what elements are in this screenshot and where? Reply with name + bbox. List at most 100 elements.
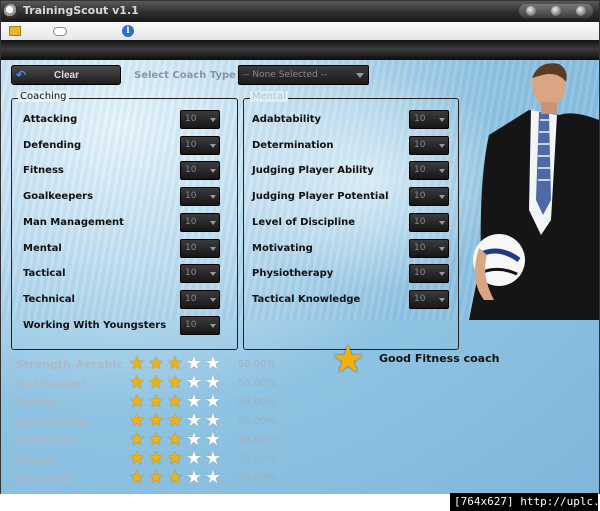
attribute-label: Fitness [23, 165, 64, 177]
star-rating: ★ ★ ★ ★ ★ [128, 431, 222, 449]
chevron-down-icon [439, 143, 445, 148]
chevron-down-icon [439, 297, 445, 302]
chevron-down-icon [210, 118, 216, 122]
attribute-value-select[interactable]: 10 [409, 187, 449, 207]
attribute-value: 10 [185, 114, 197, 124]
chevron-down-icon [210, 323, 216, 328]
attribute-value-select[interactable]: 10 [409, 161, 449, 181]
star-rating: ★ ★ ★ ★ ★ [128, 374, 222, 392]
star-filled-icon: ★ [166, 372, 184, 393]
mental-group-title: Mental [250, 91, 288, 102]
star-empty-icon: ★ [204, 410, 222, 431]
attribute-label: Level of Discipline [252, 216, 356, 228]
attribute-label: Tactical Knowledge [252, 293, 361, 305]
attribute-value: 10 [414, 242, 426, 253]
attribute-value-select[interactable]: 10 [180, 212, 220, 232]
chevron-down-icon [210, 246, 216, 251]
star-empty-icon: ★ [185, 372, 203, 393]
attribute-label: Mental [23, 242, 62, 254]
rating-percent: 50.00% [238, 359, 277, 370]
star-empty-icon: ★ [204, 429, 222, 450]
chevron-down-icon [439, 169, 445, 174]
attribute-value: 10 [414, 293, 426, 304]
star-filled-icon: ★ [147, 353, 165, 374]
image-watermark: [764x627] http://uplc.me/ [450, 493, 600, 511]
star-filled-icon: ★ [166, 467, 184, 488]
title-bar[interactable]: TrainingScout v1.1 [1, 1, 599, 22]
attribute-label: Tactical [23, 268, 66, 280]
attribute-value-select[interactable]: 10 [409, 135, 449, 155]
attribute-value: 10 [185, 191, 197, 202]
attribute-value: 10 [185, 268, 197, 279]
rating-percent: 50.00% [238, 473, 277, 484]
attribute-label: Working With Youngsters [23, 319, 167, 331]
attribute-value: 10 [185, 139, 197, 150]
chevron-down-icon [439, 195, 445, 200]
chevron-down-icon [356, 73, 364, 78]
star-filled-icon: ★ [166, 353, 184, 374]
chevron-down-icon [210, 143, 216, 148]
undo-icon: ↶ [16, 68, 27, 82]
cloud-icon[interactable] [53, 27, 67, 36]
attribute-label: Adabtability [252, 114, 322, 125]
rating-label: Goalkeeper [16, 377, 87, 390]
info-icon[interactable]: i [122, 25, 134, 37]
rating-label: Attack [16, 453, 57, 466]
attribute-value-select[interactable]: 10 [180, 238, 220, 258]
attribute-value-select[interactable]: 10 [180, 264, 220, 284]
chevron-down-icon [439, 272, 445, 277]
attribute-value: 10 [414, 114, 426, 124]
star-filled-icon: ★ [166, 448, 184, 469]
rating-label: Strength-Aerobic [16, 358, 123, 371]
attribute-label: Determination [252, 139, 334, 151]
star-filled-icon: ★ [147, 448, 165, 469]
coaching-group: Coaching Attacking 10 Defending 10 Fitness 10… [11, 91, 238, 350]
attribute-value-select[interactable]: 10 [180, 187, 220, 207]
star-filled-icon: ★ [128, 467, 146, 488]
coach-type-select[interactable]: -- None Selected -- [238, 65, 369, 85]
attribute-value-select[interactable]: 10 [409, 110, 449, 129]
toolbar: i [1, 22, 599, 40]
chevron-down-icon [210, 169, 216, 174]
star-filled-icon: ★ [147, 372, 165, 393]
attribute-value-select[interactable]: 10 [180, 289, 220, 309]
star-filled-icon: ★ [128, 372, 146, 393]
star-filled-icon: ★ [128, 353, 146, 374]
attribute-value-select[interactable]: 10 [180, 110, 220, 129]
clear-button-label: Clear [54, 70, 80, 81]
attribute-value-select[interactable]: 10 [409, 289, 449, 309]
attribute-label: Attacking [23, 114, 78, 125]
app-window: TrainingScout v1.1 i ↶ Clear Select Coac… [0, 0, 600, 494]
attribute-value: 10 [185, 216, 197, 227]
star-empty-icon: ★ [204, 353, 222, 374]
star-empty-icon: ★ [185, 353, 203, 374]
attribute-value-select[interactable]: 10 [180, 135, 220, 155]
attribute-value-select[interactable]: 10 [180, 161, 220, 181]
rating-label: Tactics [16, 396, 59, 409]
attribute-label: Technical [23, 293, 75, 305]
rating-percent: 50.00% [238, 435, 277, 446]
maximize-button[interactable] [550, 6, 561, 16]
attribute-value-select[interactable]: 10 [409, 212, 449, 232]
star-filled-icon: ★ [166, 410, 184, 431]
star-rating: ★ ★ ★ ★ ★ [128, 355, 222, 373]
close-button[interactable] [575, 6, 586, 16]
folder-icon[interactable] [9, 26, 21, 36]
star-empty-icon: ★ [185, 429, 203, 450]
attribute-value-select[interactable]: 10 [409, 264, 449, 284]
attribute-value: 10 [414, 191, 426, 202]
attribute-label: Goalkeepers [23, 191, 94, 203]
rating-percent: 50.00% [238, 416, 277, 427]
clear-button[interactable]: ↶ Clear [11, 65, 121, 85]
attribute-value: 10 [414, 268, 426, 279]
star-filled-icon: ★ [147, 429, 165, 450]
attribute-label: Physiotherapy [252, 268, 334, 280]
chevron-down-icon [210, 297, 216, 302]
attribute-value-select[interactable]: 10 [180, 315, 220, 335]
star-empty-icon: ★ [204, 391, 222, 412]
star-rating: ★ ★ ★ ★ ★ [128, 469, 222, 487]
attribute-value-select[interactable]: 10 [409, 238, 449, 258]
minimize-button[interactable] [526, 6, 537, 16]
chevron-down-icon [439, 220, 445, 225]
coach-type-label: Select Coach Type : [134, 70, 244, 81]
